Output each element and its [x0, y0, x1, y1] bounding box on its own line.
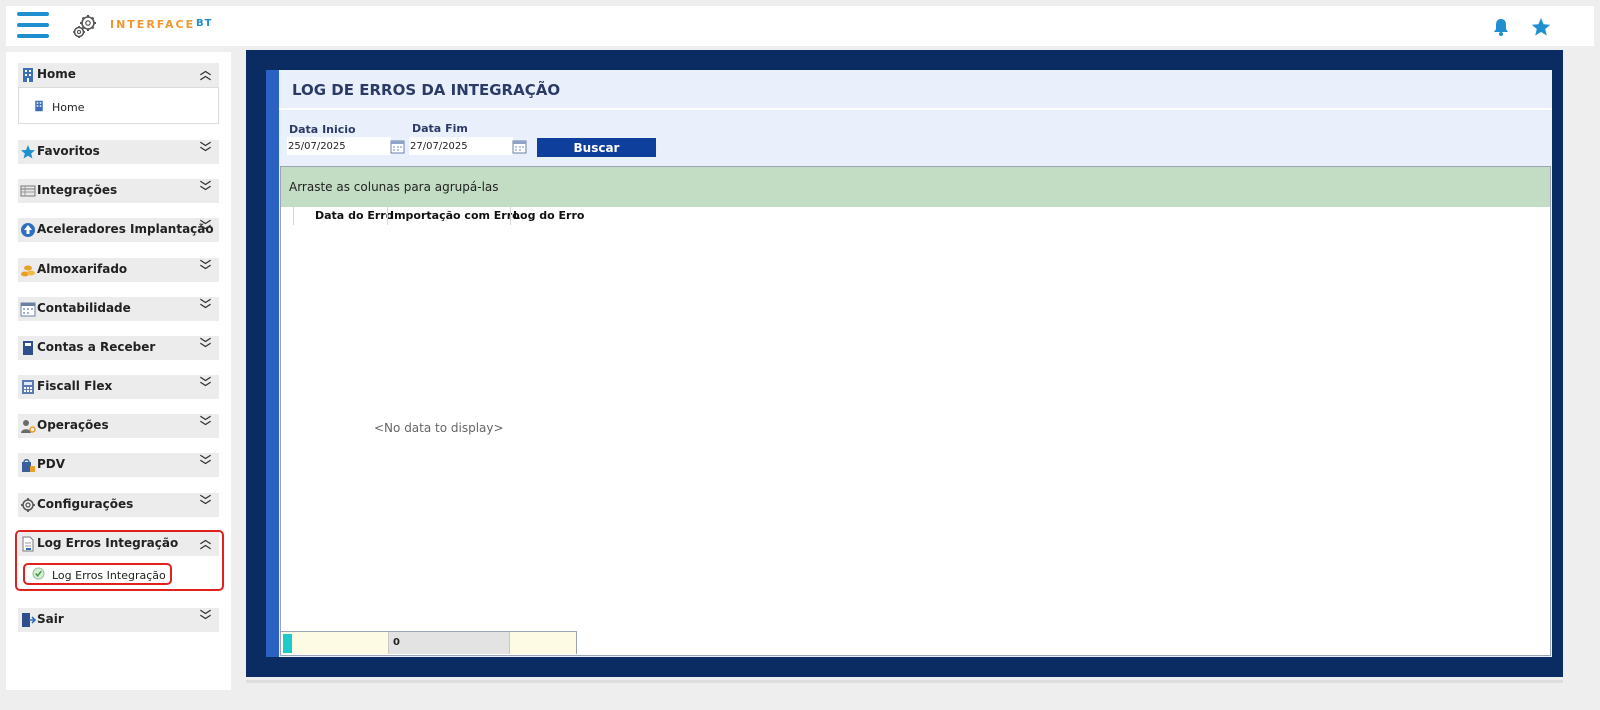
- chevron-down-icon: ﹀ ﹀: [200, 609, 211, 627]
- sidebar-item-label: Home: [37, 67, 76, 81]
- brand-suffix: BT: [196, 18, 213, 29]
- sidebar-item-label: Sair: [37, 612, 64, 626]
- sidebar-item-integracoes[interactable]: Integrações ﹀ ﹀: [18, 179, 219, 203]
- chevron-down-icon: ﹀ ﹀: [200, 219, 211, 237]
- log-panel: LOG DE ERROS DA INTEGRAÇÃO Data Inicio D…: [279, 70, 1552, 657]
- chevron-down-icon: ﹀ ﹀: [200, 494, 211, 512]
- top-bar: INTERFACE BT: [6, 6, 1594, 46]
- gear-icon: [21, 498, 35, 512]
- column-separator: [510, 207, 511, 225]
- column-indicator: [293, 207, 294, 225]
- calculator-icon: [22, 380, 34, 394]
- group-by-hint: Arraste as colunas para agrupá-las: [289, 180, 499, 194]
- chevron-up-icon: ︿ ︿: [200, 64, 211, 82]
- sidebar-item-sair[interactable]: Sair ﹀ ﹀: [18, 608, 219, 632]
- table-icon: [20, 185, 36, 197]
- chevron-down-icon: ﹀ ﹀: [200, 337, 211, 355]
- arrow-up-circle-icon: [21, 223, 35, 237]
- brand-name: INTERFACE: [110, 18, 196, 31]
- sidebar-item-configuracoes[interactable]: Configurações ﹀ ﹀: [18, 493, 219, 517]
- sidebar-item-pdv[interactable]: PDV ﹀ ﹀: [18, 453, 219, 477]
- star-icon: [21, 145, 35, 159]
- start-date-label: Data Inicio: [289, 123, 356, 136]
- menu-icon[interactable]: [17, 12, 49, 38]
- sidebar-item-contas-a-receber[interactable]: Contas a Receber ﹀ ﹀: [18, 336, 219, 360]
- sidebar-item-label: Log Erros Integração: [37, 536, 179, 550]
- calendar-icon[interactable]: [512, 139, 527, 154]
- page-title: LOG DE ERROS DA INTEGRAÇÃO: [292, 81, 561, 99]
- building-icon: [23, 68, 33, 82]
- sidebar-item-label: Contabilidade: [37, 301, 131, 315]
- chevron-down-icon: ﹀ ﹀: [200, 259, 211, 277]
- search-button[interactable]: Buscar: [537, 138, 656, 157]
- chevron-down-icon: ﹀ ﹀: [200, 298, 211, 316]
- sidebar-item-home[interactable]: Home ︿ ︿: [18, 63, 219, 87]
- row-count: 0: [393, 637, 400, 648]
- user-gear-icon: [21, 420, 36, 433]
- sidebar-item-operacoes[interactable]: Operações ﹀ ﹀: [18, 414, 219, 438]
- star-icon[interactable]: [1530, 16, 1552, 38]
- error-log-grid: Arraste as colunas para agrupá-las Data …: [280, 166, 1551, 656]
- sidebar-item-label: Favoritos: [37, 144, 100, 158]
- chevron-down-icon: ﹀ ﹀: [200, 415, 211, 433]
- sidebar-item-almoxarifado[interactable]: Almoxarifado ﹀ ﹀: [18, 258, 219, 282]
- chevron-down-icon: ﹀ ﹀: [200, 454, 211, 472]
- sidebar-item-contabilidade[interactable]: Contabilidade ﹀ ﹀: [18, 297, 219, 321]
- bell-icon[interactable]: [1490, 16, 1512, 38]
- column-separator: [387, 207, 388, 225]
- sidebar-submenu-home: [18, 87, 219, 124]
- bottom-strip: [246, 680, 1563, 683]
- calendar-icon: [20, 302, 36, 317]
- sidebar-item-fiscall-flex[interactable]: Fiscall Flex ﹀ ﹀: [18, 375, 219, 399]
- sidebar-item-label: PDV: [37, 457, 66, 471]
- panel-accent: [266, 70, 279, 657]
- sidebar-subitem-log-erros-integracao[interactable]: Log Erros Integração: [52, 569, 166, 582]
- sidebar-item-favoritos[interactable]: Favoritos ﹀ ﹀: [18, 140, 219, 164]
- grid-footer: 0: [281, 631, 577, 654]
- footer-indicator: [283, 634, 292, 653]
- footer-count-cell: 0: [388, 632, 510, 654]
- building-icon: [35, 100, 43, 112]
- gears-logo-icon: [73, 15, 96, 38]
- exit-door-icon: [22, 613, 36, 627]
- sidebar-item-label: Fiscall Flex: [37, 379, 113, 393]
- column-header-log-do-erro[interactable]: Log do Erro: [513, 209, 584, 222]
- chevron-up-icon: ︿ ︿: [200, 533, 211, 551]
- column-header-importacao-com-erro[interactable]: Importação com Erro: [390, 209, 520, 222]
- empty-grid-message: <No data to display>: [374, 421, 504, 435]
- document-icon: [22, 536, 34, 552]
- shopping-bag-icon: [22, 459, 35, 472]
- sidebar-subitem-home[interactable]: Home: [52, 101, 84, 114]
- chevron-down-icon: ﹀ ﹀: [200, 180, 211, 198]
- book-icon: [23, 341, 33, 355]
- sidebar-item-label: Operações: [37, 418, 109, 432]
- calendar-icon[interactable]: [390, 139, 405, 154]
- coins-icon: [21, 265, 35, 277]
- sidebar-item-label: Configurações: [37, 497, 134, 511]
- panel-title-bar: LOG DE ERROS DA INTEGRAÇÃO: [279, 70, 1552, 110]
- end-date-input[interactable]: [409, 137, 513, 155]
- chevron-down-icon: ﹀ ﹀: [200, 141, 211, 159]
- sidebar-item-log-erros-integracao[interactable]: Log Erros Integração ︿ ︿: [18, 532, 219, 556]
- column-header-data-do-erro[interactable]: Data do Erro: [315, 209, 393, 222]
- chevron-down-icon: ﹀ ﹀: [200, 376, 211, 394]
- sidebar-item-label: Contas a Receber: [37, 340, 156, 354]
- sidebar-item-label: Aceleradores Implantação: [37, 222, 214, 236]
- sidebar-item-label: Almoxarifado: [37, 262, 128, 276]
- sidebar-item-label: Integrações: [37, 183, 118, 197]
- check-circle-icon: [32, 567, 45, 580]
- start-date-input[interactable]: [287, 137, 391, 155]
- group-by-panel[interactable]: Arraste as colunas para agrupá-las: [281, 167, 1550, 207]
- sidebar: Home ︿ ︿ Home Favoritos ﹀ ﹀ Integrações ﹀ ﹀…: [6, 52, 231, 690]
- sidebar-item-aceleradores-implantacao[interactable]: Aceleradores Implantação ﹀ ﹀: [18, 218, 219, 242]
- end-date-label: Data Fim: [412, 122, 468, 135]
